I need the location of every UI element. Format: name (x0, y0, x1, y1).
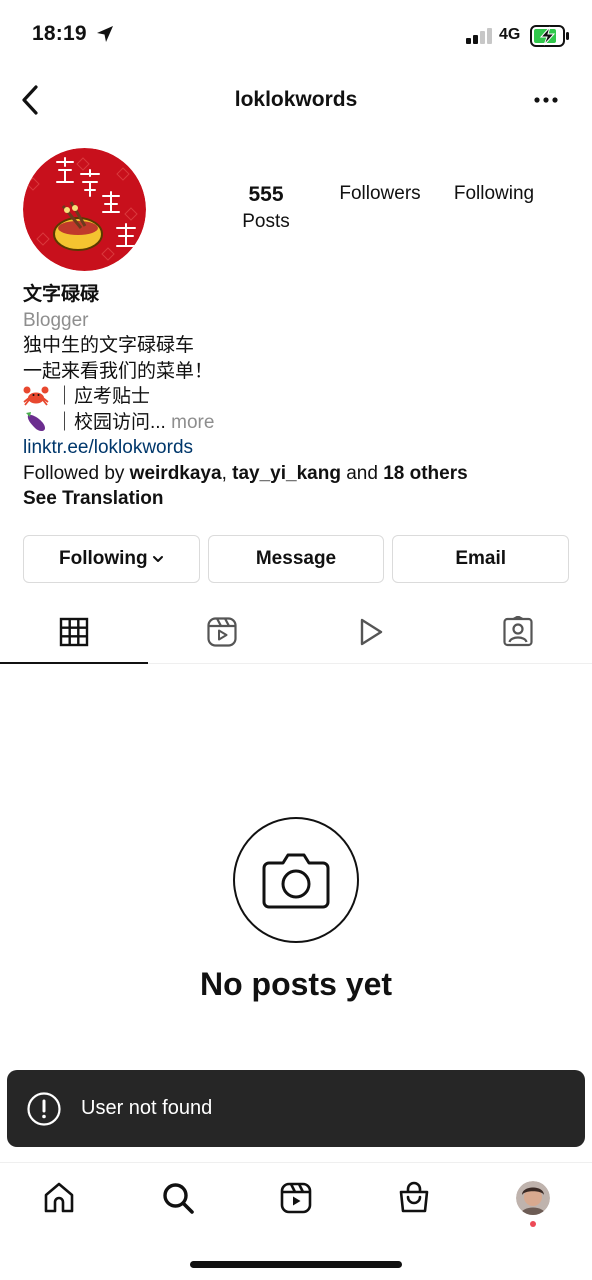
profile-category: Blogger (23, 309, 89, 331)
top-nav: loklokwords (0, 76, 592, 126)
toast-message: User not found (81, 1097, 213, 1119)
bio-line-4-row[interactable]: ｜校园访问... more (23, 410, 583, 436)
tab-tagged[interactable] (444, 600, 592, 663)
email-button-label: Email (455, 548, 507, 569)
followers-stat[interactable]: Followers (330, 183, 430, 205)
see-translation-link[interactable]: See Translation (23, 486, 583, 512)
bio-line-2: 一起来看我们的菜单！ (23, 360, 214, 382)
profile-logo-image (23, 148, 146, 271)
display-name: 文字碌碌 (23, 284, 100, 305)
following-button[interactable]: Following (23, 535, 200, 583)
eggplant-emoji-icon (26, 411, 45, 431)
more-dots-icon (534, 97, 558, 103)
network-type: 4G (499, 26, 521, 43)
play-icon (360, 618, 383, 645)
followed-by-user-1: weirdkaya (129, 462, 222, 484)
profile-bio: 文字碌碌 Blogger 独中生的文字碌碌车 一起来看我们的菜单！ ｜应考贴士 … (23, 282, 583, 512)
profile-actions: Following Message Email (23, 535, 570, 583)
bio-line-3-row: ｜应考贴士 (23, 384, 583, 410)
tab-grid[interactable] (0, 600, 148, 664)
followed-by-separator: , (221, 462, 233, 484)
nav-reels[interactable] (237, 1163, 355, 1234)
user-photo-icon (515, 1181, 550, 1215)
bio-external-link[interactable]: linktr.ee/loklokwords (23, 435, 583, 461)
nav-search[interactable] (118, 1163, 236, 1234)
more-options-button[interactable] (528, 88, 564, 112)
reels-icon (280, 1182, 312, 1214)
home-indicator[interactable] (190, 1261, 402, 1268)
profile-avatar (515, 1181, 550, 1215)
posts-count: 555 (248, 183, 284, 206)
nav-home[interactable] (0, 1163, 118, 1234)
toast-notification: User not found (7, 1070, 585, 1147)
following-stat[interactable]: Following (444, 183, 544, 205)
reels-icon (207, 616, 237, 647)
cellular-signal-icon (466, 28, 492, 44)
notification-dot (529, 1221, 536, 1227)
tab-videos[interactable] (296, 600, 444, 663)
followed-by-user-2: tay_yi_kang (232, 462, 341, 484)
grid-icon (59, 617, 89, 646)
nav-shop[interactable] (355, 1163, 473, 1234)
message-button[interactable]: Message (207, 535, 385, 583)
bio-more-link[interactable]: more (166, 412, 214, 433)
posts-stat[interactable]: 555 Posts (228, 183, 304, 233)
bio-line-4: ｜校园访问... (55, 411, 166, 433)
following-label: Following (453, 183, 535, 204)
nav-profile[interactable] (474, 1163, 592, 1234)
location-arrow-icon (97, 26, 113, 42)
status-bar: 18:19 4G (0, 0, 592, 70)
following-button-label: Following (59, 548, 148, 569)
followed-by-and: and (340, 462, 384, 484)
status-time: 18:19 (32, 22, 87, 45)
followed-by-text[interactable]: Followed by weirdkaya, tay_yi_kang and 1… (23, 461, 583, 487)
message-button-label: Message (255, 548, 337, 569)
battery-charging-icon (530, 25, 569, 47)
bio-line-1: 独中生的文字碌碌车 (23, 335, 195, 356)
search-icon (162, 1183, 194, 1214)
profile-username: loklokwords (234, 88, 358, 111)
empty-state-title: No posts yet (199, 966, 393, 1002)
shop-icon (400, 1181, 429, 1213)
bio-line-3: ｜应考贴士 (55, 386, 151, 407)
posts-label: Posts (242, 211, 290, 232)
email-button[interactable]: Email (392, 535, 570, 583)
empty-state-camera-circle (233, 817, 359, 943)
profile-tabs (0, 600, 592, 664)
tagged-icon (503, 615, 533, 646)
followed-by-others: 18 others (383, 462, 468, 484)
bottom-nav (0, 1162, 592, 1234)
tab-reels[interactable] (148, 600, 296, 663)
alert-circle-icon (27, 1091, 61, 1126)
camera-icon (262, 853, 330, 909)
crab-emoji-icon (23, 386, 49, 406)
followed-by-prefix: Followed by (23, 462, 130, 484)
followers-label: Followers (339, 183, 421, 204)
chevron-down-icon (152, 556, 163, 562)
profile-avatar[interactable] (23, 148, 146, 271)
home-icon (44, 1182, 74, 1213)
